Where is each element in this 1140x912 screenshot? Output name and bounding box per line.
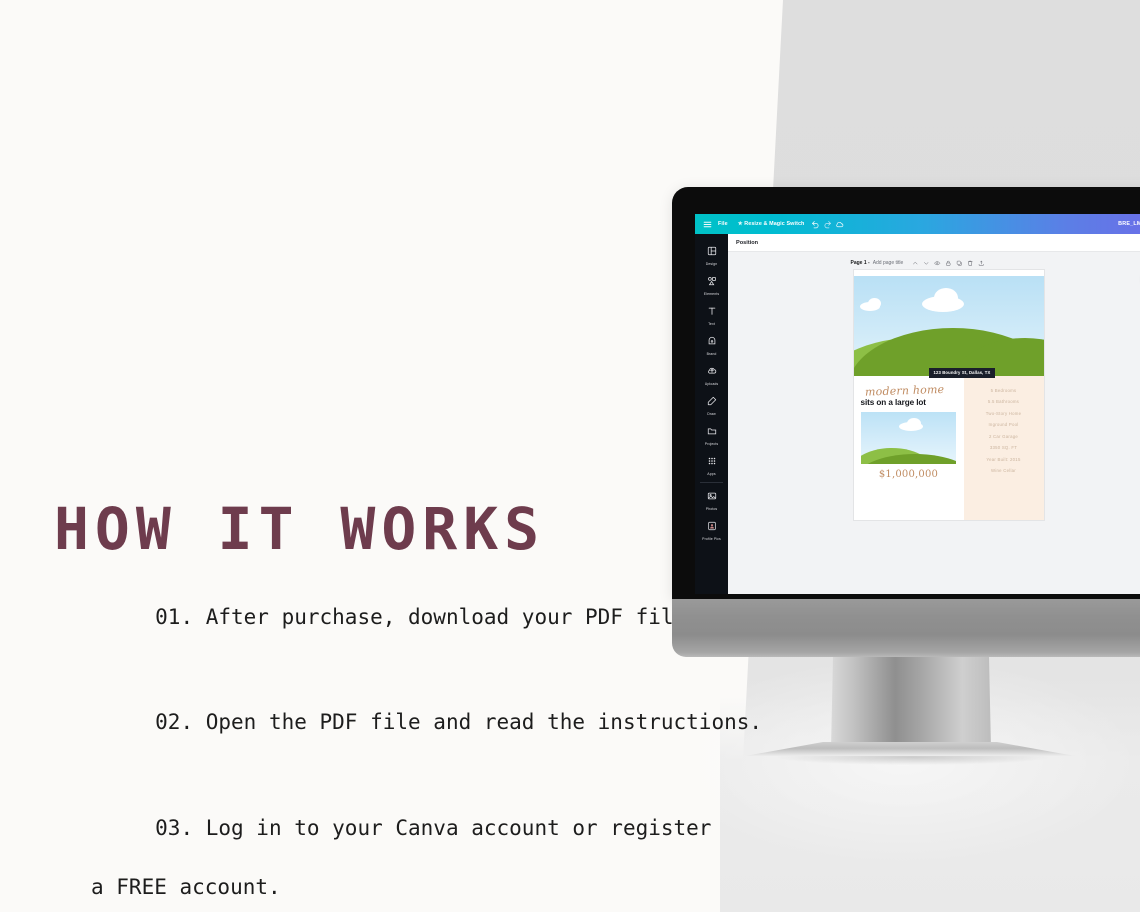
- sidebar-item-apps[interactable]: Apps: [696, 449, 727, 479]
- step-item: 03. Log in to your Canva account or regi…: [54, 784, 711, 912]
- rail-divider: [700, 482, 723, 483]
- position-button[interactable]: Position: [736, 240, 758, 246]
- apps-icon: [707, 453, 717, 471]
- undo-icon[interactable]: [809, 218, 821, 230]
- expand-icon[interactable]: [978, 260, 985, 267]
- photos-icon: [707, 488, 717, 506]
- monitor-stand-neck: [831, 657, 991, 749]
- feature-item: Two-Story Home: [985, 410, 1022, 416]
- canva-body: Design Elements Text Brand Uploads Draw …: [695, 234, 1140, 594]
- file-menu-button[interactable]: File: [713, 221, 733, 227]
- feature-item: Year Built: 2015: [986, 456, 1021, 462]
- redo-icon[interactable]: [821, 218, 833, 230]
- sidebar-label: Photos: [705, 507, 718, 511]
- canva-context-toolbar: Position: [728, 234, 1140, 252]
- sidebar-label: Uploads: [704, 382, 719, 386]
- step-line: 03. Log in to your Canva account or regi…: [155, 815, 712, 840]
- sidebar-item-elements[interactable]: Elements: [696, 269, 727, 299]
- headline-script: modern home: [864, 382, 945, 399]
- canva-top-toolbar: File ★ Resize & Magic Switch BRE_LM: [695, 214, 1140, 234]
- profile-pics-icon: [707, 518, 717, 536]
- sidebar-label: Profile Pics: [702, 537, 721, 541]
- how-it-works-block: HOW IT WORKS 01. After purchase, downloa…: [54, 495, 762, 912]
- feature-item: 2 Car Garage: [988, 433, 1019, 439]
- projects-icon: [707, 423, 717, 441]
- resize-magic-switch-button[interactable]: ★ Resize & Magic Switch: [733, 221, 810, 227]
- sidebar-label: Brand: [706, 352, 717, 356]
- canva-main-area: Position Page 1 - Add page title 123 Bou…: [728, 234, 1140, 594]
- design-features-column: 5 Bedrooms 5.5 Bathrooms Two-Story Home …: [963, 375, 1044, 520]
- trash-icon[interactable]: [967, 260, 974, 267]
- resize-label: Resize & Magic Switch: [744, 221, 805, 227]
- page-title: HOW IT WORKS: [54, 495, 546, 563]
- cloud-shape: [906, 417, 921, 429]
- sidebar-label: Design: [705, 262, 718, 266]
- sidebar-item-draw[interactable]: Draw: [696, 389, 727, 419]
- step-line: 02. Open the PDF file and read the instr…: [155, 710, 763, 735]
- sidebar-label: Apps: [707, 472, 716, 476]
- sidebar-item-projects[interactable]: Projects: [696, 419, 727, 449]
- sidebar-item-photos[interactable]: Photos: [696, 484, 727, 514]
- hamburger-icon[interactable]: [701, 218, 713, 230]
- feature-item: 5.5 Bathrooms: [987, 399, 1020, 404]
- feature-item: 3350 SQ. FT: [989, 445, 1018, 450]
- page-number-label: Page 1 -: [850, 260, 870, 267]
- chevron-up-icon[interactable]: [912, 260, 919, 267]
- design-icon: [707, 243, 717, 261]
- sidebar-item-brand[interactable]: Brand: [696, 329, 727, 359]
- monitor-screen: File ★ Resize & Magic Switch BRE_LM Desi…: [695, 214, 1140, 594]
- text-icon: [707, 303, 717, 321]
- imac-monitor: File ★ Resize & Magic Switch BRE_LM Desi…: [672, 187, 1140, 657]
- sidebar-item-text[interactable]: Text: [696, 299, 727, 329]
- canva-left-rail: Design Elements Text Brand Uploads Draw …: [695, 234, 728, 594]
- price-label: $1,000,000: [878, 468, 939, 480]
- brand-icon: [707, 333, 717, 351]
- page-header: Page 1 - Add page title: [851, 260, 1047, 267]
- design-lower-section: modern home sits on a large lot $1,000,0…: [853, 375, 1044, 520]
- cloud-shape: [867, 297, 881, 309]
- feature-item: Inground Pool: [988, 422, 1019, 427]
- feature-item: Wine Cellar: [991, 468, 1016, 473]
- sidebar-label: Draw: [707, 412, 716, 416]
- sidebar-item-uploads[interactable]: Uploads: [696, 359, 727, 389]
- screenshot-root: HOW IT WORKS 01. After purchase, downloa…: [0, 0, 1140, 912]
- document-title[interactable]: BRE_LM_Prope: [1118, 221, 1140, 227]
- sidebar-label: Elements: [703, 292, 720, 296]
- design-left-column: modern home sits on a large lot $1,000,0…: [853, 375, 964, 520]
- headline-subline: sits on a large lot: [860, 397, 927, 407]
- monitor-chin: [672, 599, 1140, 657]
- sidebar-item-profile-pics[interactable]: Profile Pics: [696, 514, 727, 544]
- property-photo: [860, 411, 956, 464]
- step-item: 02. Open the PDF file and read the instr…: [54, 679, 762, 768]
- design-canvas[interactable]: 123 Boundry St, Dallas, TX modern home s…: [853, 269, 1044, 520]
- lock-icon[interactable]: [945, 260, 952, 267]
- canvas-scroll-area: Page 1 - Add page title 123 Boundry St, …: [728, 252, 1140, 594]
- sidebar-label: Projects: [704, 442, 719, 446]
- address-badge: 123 Boundry St, Dallas, TX: [928, 367, 996, 378]
- steps-list: 01. After purchase, download your PDF fi…: [54, 573, 762, 912]
- step-line-continued: a FREE account.: [91, 875, 281, 900]
- sidebar-label: Text: [708, 322, 715, 326]
- draw-icon: [707, 393, 717, 411]
- step-item: 01. After purchase, download your PDF fi…: [54, 573, 699, 662]
- uploads-icon: [707, 363, 717, 381]
- sidebar-item-design[interactable]: Design: [696, 239, 727, 269]
- add-page-title-input[interactable]: Add page title: [873, 260, 904, 266]
- cloud-shape: [933, 287, 958, 308]
- feature-item: 5 Bedrooms: [990, 387, 1017, 393]
- hero-landscape-image: [853, 275, 1044, 376]
- elements-icon: [707, 273, 717, 291]
- chevron-down-icon[interactable]: [923, 260, 930, 267]
- page-header-icons: [912, 260, 985, 267]
- cloud-sync-icon[interactable]: [833, 218, 845, 230]
- eye-icon[interactable]: [934, 260, 941, 267]
- step-line: 01. After purchase, download your PDF fi…: [155, 604, 699, 629]
- duplicate-icon[interactable]: [956, 260, 963, 267]
